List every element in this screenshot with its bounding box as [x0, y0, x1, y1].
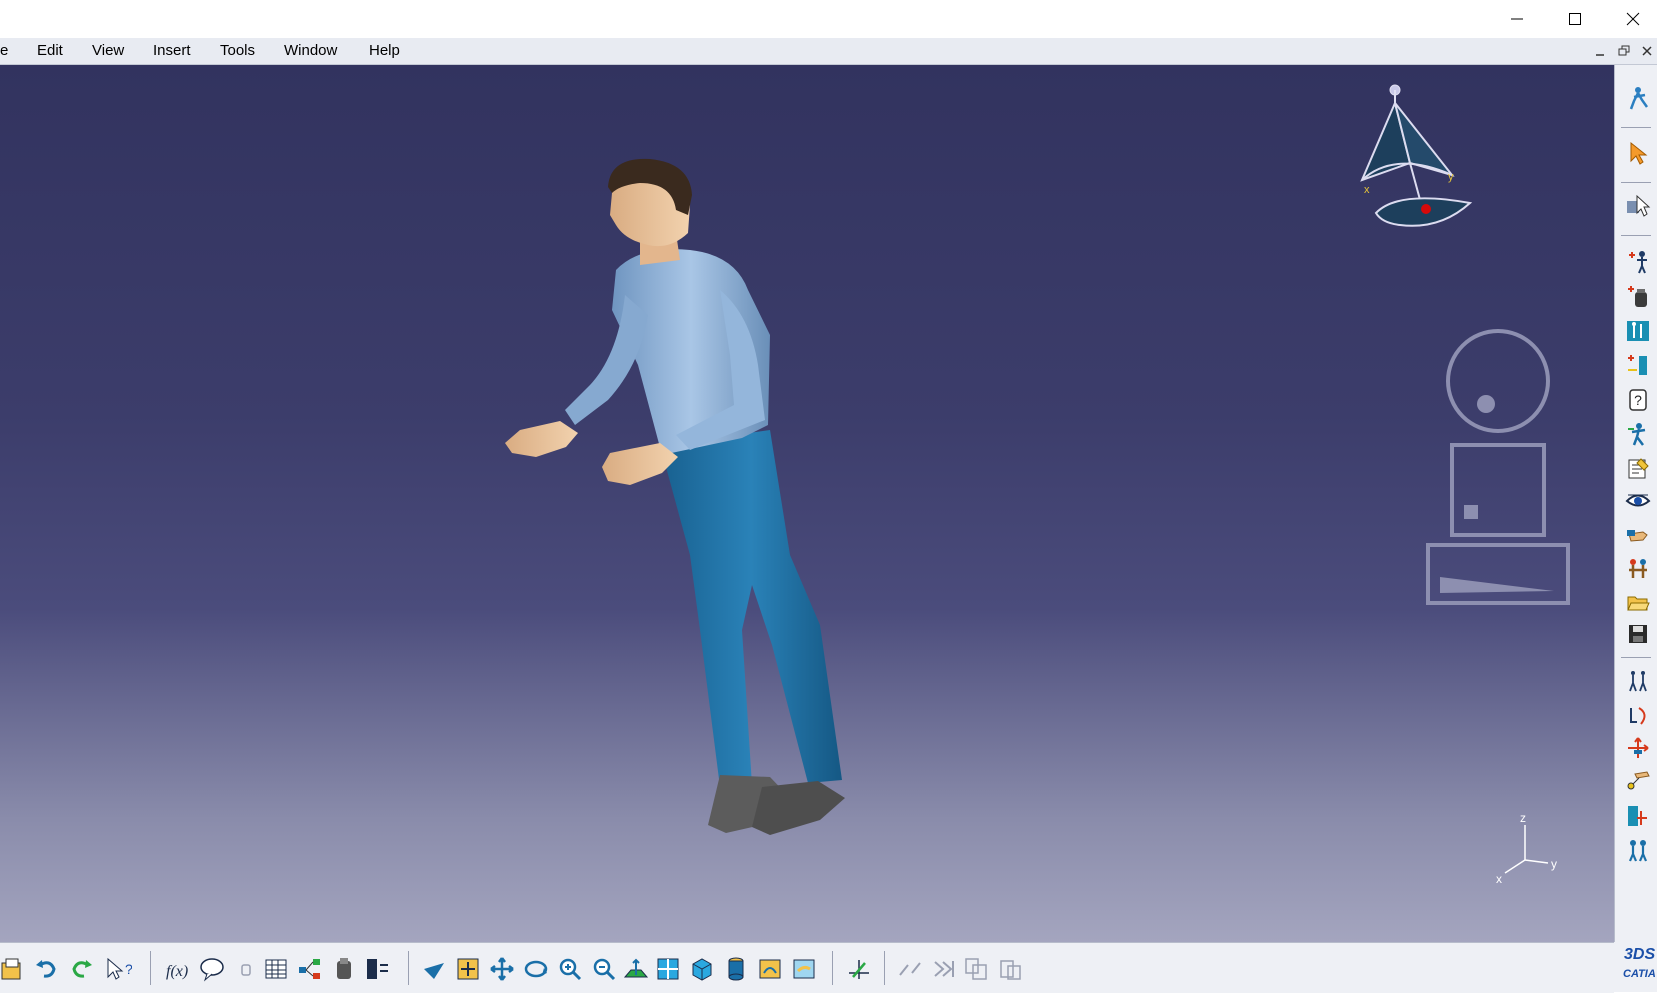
- right-toolbar: ?: [1614, 65, 1657, 942]
- posture-editor-icon[interactable]: [1625, 352, 1651, 378]
- pan-icon[interactable]: [488, 955, 516, 983]
- menu-window[interactable]: Window: [284, 42, 337, 59]
- logo-3ds-text: 3DS: [1624, 946, 1656, 963]
- zoom-in-icon[interactable]: [556, 955, 584, 983]
- shading-icon[interactable]: [722, 955, 750, 983]
- break-icon[interactable]: [896, 955, 924, 983]
- menu-insert[interactable]: Insert: [153, 42, 191, 59]
- posture-optimization-icon[interactable]: [1625, 803, 1651, 829]
- window-title-bar: [0, 0, 1657, 38]
- mdi-restore-icon[interactable]: [1617, 44, 1631, 58]
- 3d-viewport[interactable]: x y z x y: [0, 65, 1614, 942]
- redo-icon[interactable]: [68, 955, 96, 983]
- view-compass[interactable]: x y: [1360, 84, 1473, 227]
- lock-icon[interactable]: [232, 955, 260, 983]
- hand-grasp-icon[interactable]: [1625, 522, 1651, 548]
- menu-help[interactable]: Help: [369, 42, 400, 59]
- undo-icon[interactable]: [32, 955, 60, 983]
- select-arrow-icon[interactable]: [1625, 140, 1651, 166]
- menu-file[interactable]: e: [0, 42, 8, 59]
- menu-bar: e Edit View Insert Tools Window Help: [0, 38, 1657, 65]
- formula-icon[interactable]: f(x): [164, 955, 192, 983]
- swap-space-icon[interactable]: [790, 955, 818, 983]
- new-file-icon[interactable]: [0, 955, 26, 983]
- whats-this-icon[interactable]: ?: [104, 955, 132, 983]
- compass-y-label: y: [1448, 171, 1454, 183]
- view-manipulator-widgets[interactable]: [1426, 329, 1570, 605]
- mdi-close-icon[interactable]: [1640, 44, 1654, 58]
- window-close-icon[interactable]: [1604, 0, 1657, 38]
- multi-view-icon[interactable]: [654, 955, 682, 983]
- multi-manikin-icon[interactable]: [1625, 837, 1651, 863]
- zoom-square-widget: [1450, 443, 1546, 537]
- table-icon[interactable]: [262, 955, 290, 983]
- window-minimize-icon[interactable]: [1488, 0, 1546, 38]
- manikin-left-arm: [565, 295, 648, 425]
- axis-z-label: z: [1520, 811, 1526, 825]
- catalog-icon[interactable]: [330, 955, 358, 983]
- copy-props-icon[interactable]: [962, 955, 990, 983]
- swap-icon[interactable]: [1625, 556, 1651, 582]
- fit-all-icon[interactable]: [454, 955, 482, 983]
- comment-icon[interactable]: [198, 955, 226, 983]
- anthropometry-icon[interactable]: [1625, 318, 1651, 344]
- inverse-kinematics-icon[interactable]: [1625, 735, 1651, 761]
- zoom-out-icon[interactable]: [590, 955, 618, 983]
- normal-view-icon[interactable]: [622, 955, 650, 983]
- logo-catia-text: CATIA: [1623, 968, 1656, 980]
- axis-x-label: x: [1496, 872, 1502, 886]
- iso-view-icon[interactable]: [688, 955, 716, 983]
- human-manikin[interactable]: [505, 158, 845, 835]
- open-file-icon[interactable]: [1625, 589, 1651, 615]
- window-maximize-icon[interactable]: [1546, 0, 1604, 38]
- manikin-left-hand: [505, 421, 578, 457]
- skip-icon[interactable]: [930, 955, 958, 983]
- select-options-icon[interactable]: [1625, 193, 1651, 219]
- rotate-ring-widget: [1446, 329, 1550, 433]
- arc-move-icon[interactable]: [1625, 702, 1651, 728]
- edit-properties-icon[interactable]: [1625, 455, 1651, 481]
- menu-edit[interactable]: Edit: [37, 42, 63, 59]
- knowledge-icon[interactable]: [364, 955, 392, 983]
- save-icon[interactable]: [1625, 621, 1651, 647]
- reach-envelope-icon[interactable]: [1625, 421, 1651, 447]
- menu-view[interactable]: View: [92, 42, 124, 59]
- graph-tree-icon[interactable]: [296, 955, 324, 983]
- walk-icon[interactable]: [1625, 668, 1651, 694]
- mdi-minimize-icon[interactable]: [1593, 44, 1607, 58]
- svg-text:f(x): f(x): [166, 963, 188, 980]
- pan-bar-widget: [1426, 543, 1570, 605]
- forward-kinematics-icon[interactable]: [1625, 249, 1651, 275]
- vision-eye-icon[interactable]: [1625, 488, 1651, 514]
- menu-tools[interactable]: Tools: [220, 42, 255, 59]
- paste-props-icon[interactable]: [996, 955, 1024, 983]
- manikin-pants: [660, 430, 842, 787]
- svg-text:?: ?: [1634, 392, 1642, 408]
- catia-logo: 3DS CATIA: [1614, 942, 1657, 992]
- bottom-toolbar: ? f(x): [0, 942, 1614, 993]
- rotate-icon[interactable]: [522, 955, 550, 983]
- manikin-attach-icon[interactable]: [1625, 768, 1651, 794]
- axis-y-label: y: [1551, 857, 1557, 871]
- manikin-right-hand: [602, 443, 678, 485]
- weight-icon[interactable]: [1625, 283, 1651, 309]
- hide-show-icon[interactable]: [756, 955, 784, 983]
- manikin-compass-icon[interactable]: [1625, 85, 1651, 111]
- svg-text:?: ?: [125, 961, 132, 977]
- manikin-right-shoe: [752, 781, 845, 835]
- axis-triad: z x y: [1496, 811, 1557, 886]
- compass-x-label: x: [1364, 184, 1370, 196]
- help-icon[interactable]: ?: [1625, 387, 1651, 413]
- fly-mode-icon[interactable]: [420, 955, 448, 983]
- sketcher-icon[interactable]: [845, 955, 873, 983]
